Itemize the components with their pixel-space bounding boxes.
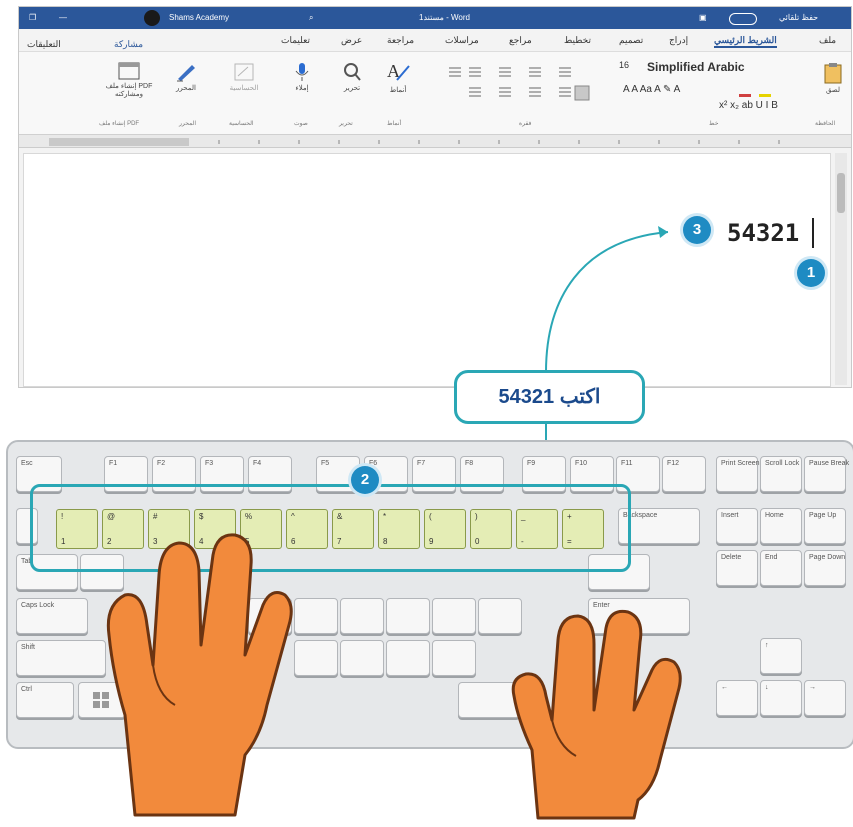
callout-badge-3: 3 (683, 216, 711, 244)
key-1[interactable]: ! 1 (56, 509, 98, 549)
key-7[interactable]: & 7 (332, 509, 374, 549)
key-n[interactable] (340, 640, 384, 676)
key-j[interactable] (386, 598, 430, 634)
key-g[interactable] (294, 598, 338, 634)
key-f12[interactable]: F12 (662, 456, 706, 492)
key-scroll-lock[interactable]: Scroll Lock (760, 456, 802, 492)
key-shift-left[interactable]: Shift (16, 640, 106, 676)
key-equals[interactable]: + = (562, 509, 604, 549)
key-print-screen[interactable]: Print Screen (716, 456, 760, 492)
key-0[interactable]: ) 0 (470, 509, 512, 549)
key-m[interactable] (386, 640, 430, 676)
callout-badge-2: 2 (351, 466, 379, 494)
key-home[interactable]: Home (760, 508, 802, 544)
key-b[interactable] (294, 640, 338, 676)
key-arrow-right[interactable]: → (804, 680, 846, 716)
key-9[interactable]: (9 (424, 509, 466, 549)
key-delete[interactable]: Delete (716, 550, 758, 586)
key-8[interactable]: * 8 (378, 509, 420, 549)
key-arrow-left[interactable]: ← (716, 680, 758, 716)
callout-badge-1: 1 (797, 259, 825, 287)
key-pause-break[interactable]: Pause Break (804, 456, 849, 492)
key-page-up[interactable]: Page Up (804, 508, 846, 544)
key-h[interactable] (340, 598, 384, 634)
key-page-down[interactable]: Page Down (804, 550, 846, 586)
left-hand-illustration (106, 533, 293, 817)
instruction-box: اكتب 54321 (454, 370, 645, 424)
key-k[interactable] (432, 598, 476, 634)
key-end[interactable]: End (760, 550, 802, 586)
key-comma[interactable] (432, 640, 476, 676)
key-arrow-down[interactable]: ↓ (760, 680, 802, 716)
key-minus[interactable]: _ - (516, 509, 558, 549)
key-insert[interactable]: Insert (716, 508, 758, 544)
key-ctrl[interactable]: Ctrl (16, 682, 74, 718)
key-arrow-up[interactable]: ↑ (760, 638, 802, 674)
right-hand-illustration (511, 609, 682, 820)
key-caps-lock[interactable]: Caps Lock (16, 598, 88, 634)
